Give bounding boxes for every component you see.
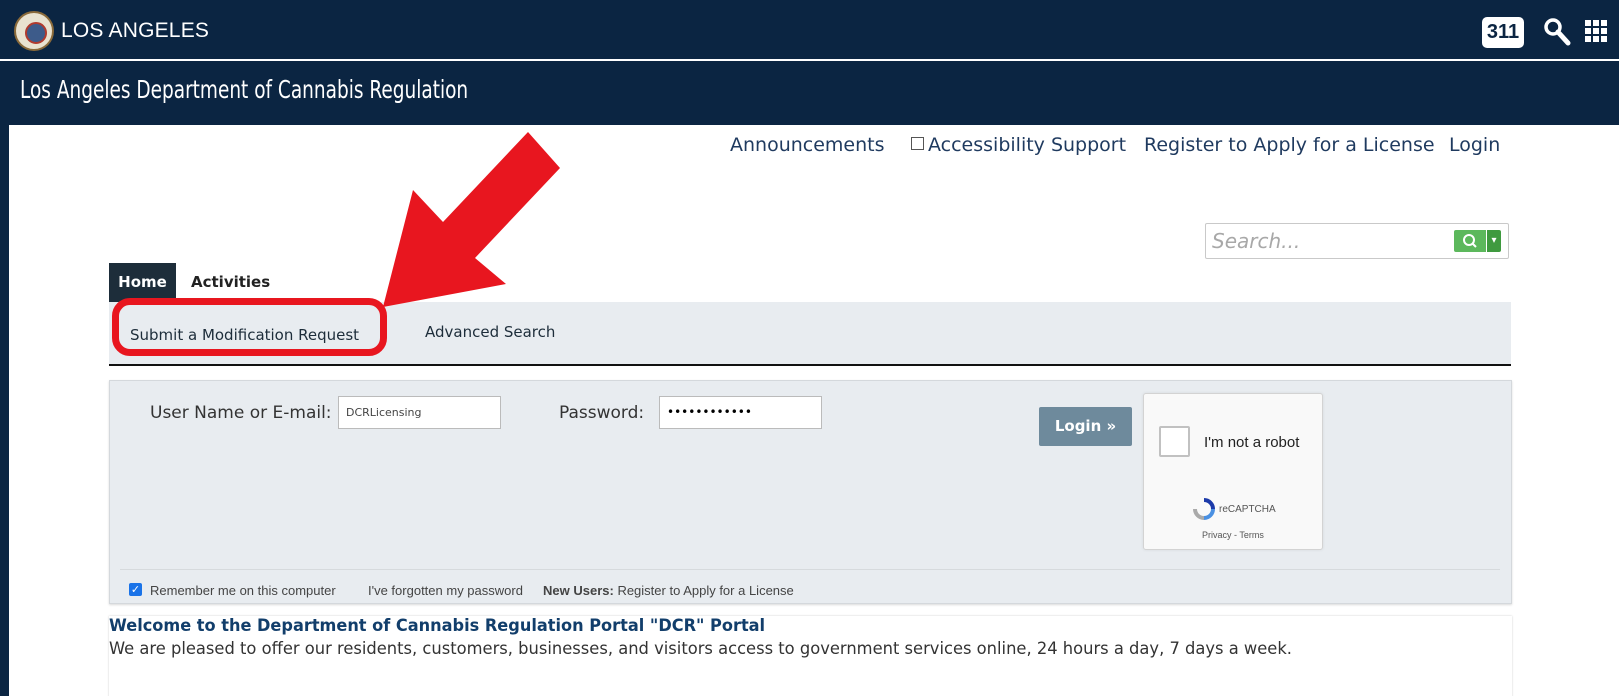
login-button[interactable]: Login » <box>1039 407 1132 446</box>
311-button[interactable]: 311 <box>1482 17 1524 48</box>
site-search: ▾ <box>1205 223 1509 259</box>
accessibility-checkbox[interactable] <box>911 137 924 150</box>
divider <box>120 569 1500 570</box>
password-label: Password: <box>559 403 645 423</box>
search-input[interactable] <box>1212 228 1442 254</box>
city-name[interactable]: LOS ANGELES <box>61 19 209 43</box>
username-field[interactable]: DCRLicensing <box>338 396 501 429</box>
department-header: Los Angeles Department of Cannabis Regul… <box>0 63 1619 125</box>
remember-me-checkbox[interactable]: ✓ <box>129 583 142 596</box>
recaptcha-links: Privacy - Terms <box>1202 530 1264 540</box>
new-users-label: New Users: <box>543 583 614 598</box>
recaptcha-checkbox[interactable] <box>1159 426 1190 457</box>
advanced-search-link[interactable]: Advanced Search <box>425 323 555 341</box>
tab-home[interactable]: Home <box>109 263 176 310</box>
main-content: Announcements Accessibility Support Regi… <box>9 125 1619 696</box>
recaptcha-brand: reCAPTCHA <box>1219 504 1276 515</box>
apps-grid-icon[interactable] <box>1585 20 1607 42</box>
accessibility-support-link[interactable]: Accessibility Support <box>911 134 1126 156</box>
password-field[interactable]: •••••••••••• <box>659 396 822 429</box>
recaptcha-logo-icon <box>1193 498 1215 520</box>
recaptcha-terms-link[interactable]: Terms <box>1239 530 1264 540</box>
welcome-body: We are pleased to offer our residents, c… <box>109 639 1292 659</box>
recaptcha-widget: I'm not a robot reCAPTCHA Privacy - Term… <box>1143 393 1323 550</box>
welcome-section: Welcome to the Department of Cannabis Re… <box>109 616 1512 696</box>
highlight-circle <box>112 298 387 356</box>
username-label: User Name or E-mail: <box>150 403 332 423</box>
new-users-register-link[interactable]: Register to Apply for a License <box>617 583 793 598</box>
tab-activities[interactable]: Activities <box>191 263 270 302</box>
recaptcha-privacy-link[interactable]: Privacy <box>1202 530 1232 540</box>
login-link[interactable]: Login <box>1449 134 1500 156</box>
search-icon[interactable] <box>1543 17 1571 47</box>
city-header: LOS ANGELES 311 <box>0 0 1619 61</box>
welcome-title: Welcome to the Department of Cannabis Re… <box>109 616 766 636</box>
accessibility-label: Accessibility Support <box>928 134 1127 156</box>
caret-down-icon[interactable]: ▾ <box>1487 230 1501 252</box>
search-button[interactable] <box>1454 230 1486 252</box>
forgot-password-link[interactable]: I've forgotten my password <box>368 583 523 598</box>
search-icon <box>1463 234 1477 248</box>
announcements-link[interactable]: Announcements <box>730 134 885 156</box>
city-seal-logo[interactable] <box>14 11 54 51</box>
register-link[interactable]: Register to Apply for a License <box>1144 134 1435 156</box>
remember-me-label[interactable]: Remember me on this computer <box>150 583 336 598</box>
top-links: Announcements Accessibility Support Regi… <box>9 131 1619 161</box>
department-title[interactable]: Los Angeles Department of Cannabis Regul… <box>20 75 468 104</box>
recaptcha-label: I'm not a robot <box>1204 434 1300 451</box>
login-panel: User Name or E-mail: DCRLicensing Passwo… <box>109 380 1512 604</box>
new-users-line: New Users: Register to Apply for a Licen… <box>543 583 794 598</box>
